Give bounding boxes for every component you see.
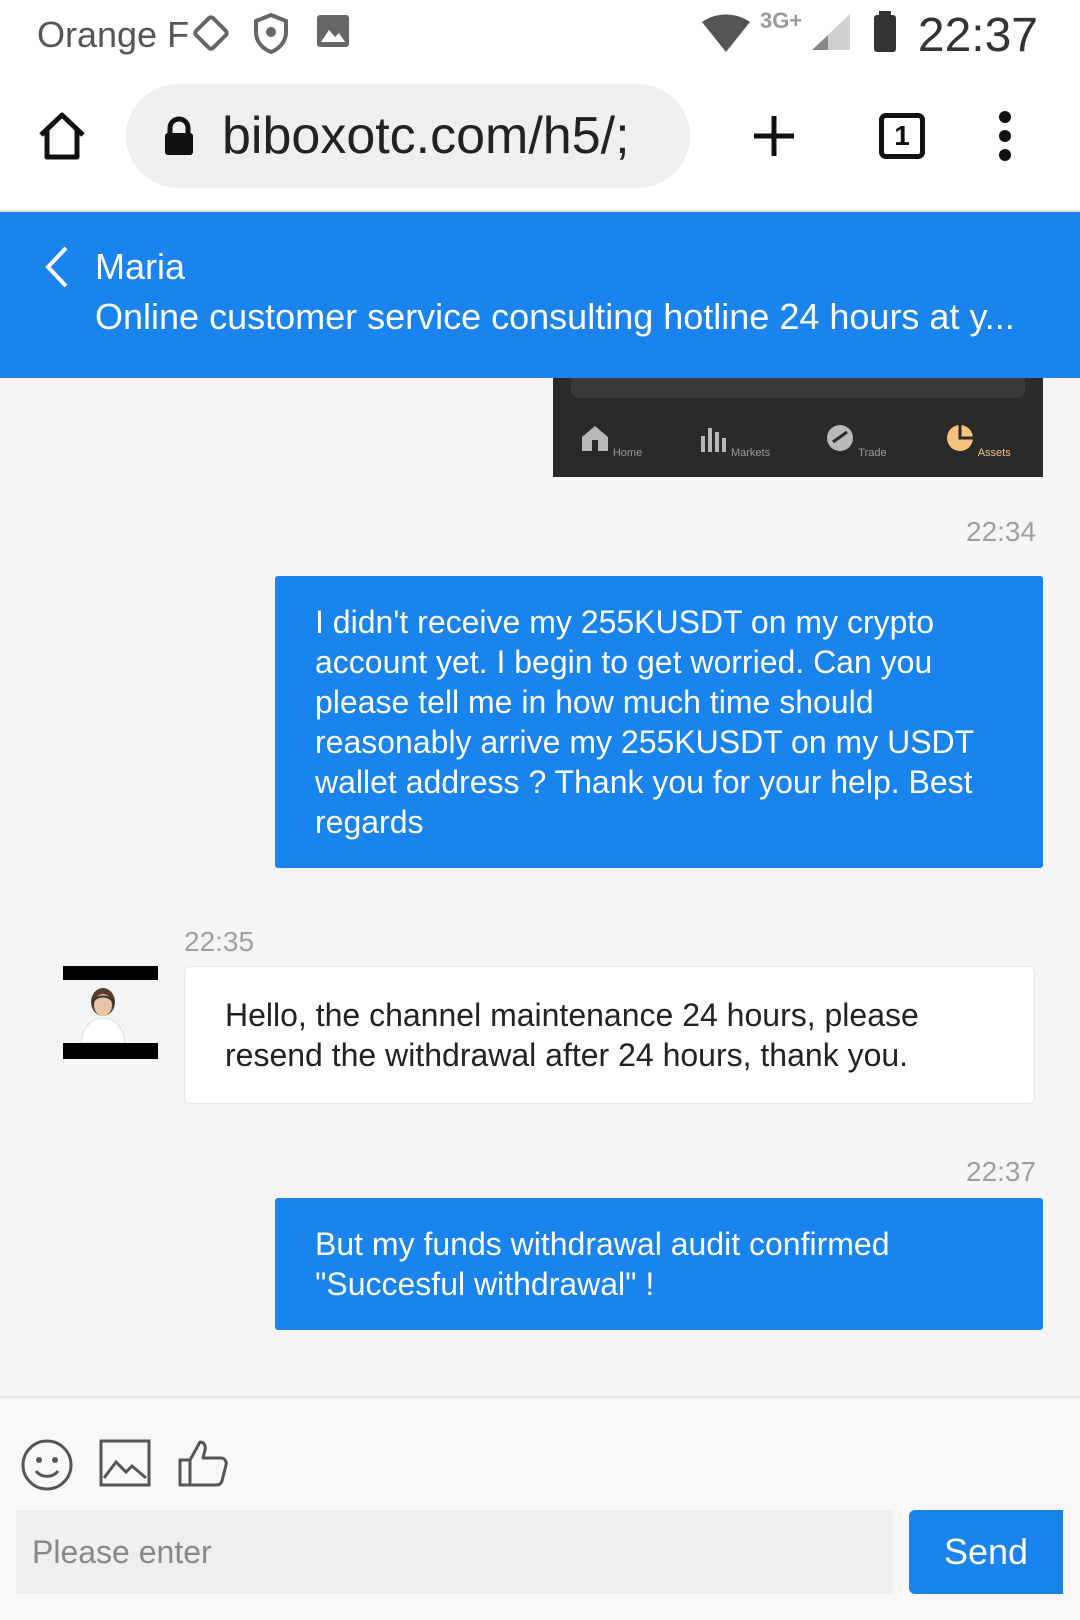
- image-tab-assets: Assets: [933, 424, 1023, 459]
- gallery-icon: [317, 15, 349, 47]
- browser-toolbar: biboxotc.com/h5/; 1: [0, 70, 1080, 212]
- status-clock: 22:37: [917, 9, 1038, 62]
- image-tab-markets: Markets: [689, 424, 779, 459]
- address-bar[interactable]: biboxotc.com/h5/;: [126, 84, 690, 188]
- trade-icon: [827, 425, 854, 451]
- battery-icon: [874, 11, 896, 52]
- more-vert-icon: [999, 111, 1011, 161]
- pie-chart-icon: [947, 425, 974, 451]
- image-content-strip: [571, 378, 1025, 398]
- chat-header: Maria Online customer service consulting…: [0, 212, 1080, 378]
- agent-avatar[interactable]: [63, 966, 158, 1059]
- bar-chart-icon: [700, 428, 726, 452]
- image-tab-trade: Trade: [811, 424, 901, 459]
- new-tab-button[interactable]: [742, 104, 806, 168]
- browser-menu-button[interactable]: [980, 104, 1030, 168]
- smiley-icon[interactable]: [20, 1438, 74, 1492]
- thumbs-up-icon[interactable]: [176, 1438, 230, 1488]
- image-icon[interactable]: [98, 1438, 152, 1488]
- shield-icon: [254, 12, 288, 54]
- wifi-icon: [702, 14, 750, 52]
- tab-count: 1: [894, 120, 910, 151]
- home-icon: [39, 112, 85, 160]
- plus-icon: [754, 116, 794, 156]
- carrier-name: Orange F: [37, 14, 190, 55]
- outgoing-message[interactable]: But my funds withdrawal audit confirmed …: [275, 1198, 1043, 1330]
- back-arrow-icon[interactable]: [36, 242, 76, 292]
- agent-name: Maria: [95, 246, 186, 287]
- message-time: 22:35: [184, 926, 255, 957]
- chat-page: Orange F 3G+ 22:37 biboxotc.com/h5/; 1 M…: [0, 0, 1080, 1620]
- header-subtitle: Online customer service consulting hotli…: [95, 296, 1015, 337]
- network-type: 3G+: [760, 8, 803, 33]
- tab-switcher-button[interactable]: 1: [870, 104, 934, 168]
- screen-rotate-icon: [193, 15, 229, 51]
- input-bar: Send: [0, 1396, 1080, 1620]
- message-time: 22:37: [966, 1156, 1037, 1187]
- message-input[interactable]: [16, 1510, 894, 1594]
- agent-photo: [63, 980, 158, 1044]
- home-icon: [581, 426, 608, 451]
- message-list[interactable]: Home Markets Trade Assets 22:34 I didn't…: [0, 378, 1080, 1396]
- signal-icon: [812, 14, 850, 50]
- send-button[interactable]: Send: [909, 1510, 1063, 1594]
- home-button[interactable]: [30, 104, 94, 168]
- incoming-message[interactable]: Hello, the channel maintenance 24 hours,…: [184, 966, 1035, 1104]
- shared-image-message[interactable]: Home Markets Trade Assets: [553, 378, 1043, 477]
- status-bar: Orange F 3G+ 22:37: [0, 0, 1080, 70]
- tabs-icon: 1: [879, 113, 925, 159]
- message-time: 22:34: [966, 516, 1037, 547]
- url-text: biboxotc.com/h5/;: [222, 107, 630, 165]
- lock-icon: [165, 116, 193, 155]
- image-tab-home: Home: [566, 424, 656, 459]
- outgoing-message[interactable]: I didn't receive my 255KUSDT on my crypt…: [275, 576, 1043, 868]
